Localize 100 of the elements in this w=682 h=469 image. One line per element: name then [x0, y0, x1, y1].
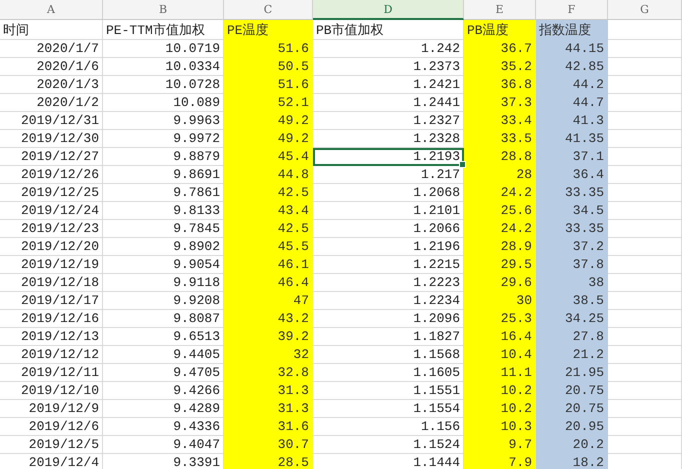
table-cell: 36.7	[464, 40, 536, 58]
table-cell: 2019/12/20	[0, 238, 103, 256]
table-cell: 1.2215	[313, 256, 464, 274]
table-cell: 20.95	[536, 418, 608, 436]
table-cell: 21.95	[536, 364, 608, 382]
table-cell: 1.2068	[313, 184, 464, 202]
table-cell: 32.8	[224, 364, 313, 382]
table-cell: 9.4047	[103, 436, 224, 454]
table-cell: 44.7	[536, 94, 608, 112]
table-cell: 10.3	[464, 418, 536, 436]
table-cell: 1.2328	[313, 130, 464, 148]
table-cell: 28.8	[464, 148, 536, 166]
table-cell: 1.2373	[313, 58, 464, 76]
table-cell: 39.2	[224, 328, 313, 346]
table-cell: 1.1827	[313, 328, 464, 346]
table-cell: 24.2	[464, 184, 536, 202]
table-cell: 2019/12/19	[0, 256, 103, 274]
table-cell: 9.7845	[103, 220, 224, 238]
table-cell: 1.1551	[313, 382, 464, 400]
table-cell: 2019/12/9	[0, 400, 103, 418]
table-cell: 2019/12/30	[0, 130, 103, 148]
table-cell: 1.1568	[313, 346, 464, 364]
table-cell: 2019/12/31	[0, 112, 103, 130]
table-cell: 30.7	[224, 436, 313, 454]
table-cell: 28.5	[224, 454, 313, 469]
table-cell: 49.2	[224, 112, 313, 130]
table-cell: 2019/12/5	[0, 436, 103, 454]
table-cell: 10.4	[464, 346, 536, 364]
table-cell: 42.5	[224, 220, 313, 238]
table-cell: 10.2	[464, 382, 536, 400]
table-cell: 9.8087	[103, 310, 224, 328]
table-cell: 37.8	[536, 256, 608, 274]
column-header[interactable]: A	[0, 0, 103, 20]
table-cell: 1.2196	[313, 238, 464, 256]
table-cell: 10.0728	[103, 76, 224, 94]
header-cell: PB温度	[464, 20, 536, 40]
table-cell: 2019/12/6	[0, 418, 103, 436]
table-cell: 31.6	[224, 418, 313, 436]
table-cell: 38	[536, 274, 608, 292]
table-cell: 29.5	[464, 256, 536, 274]
table-cell: 2019/12/26	[0, 166, 103, 184]
column-header[interactable]: G	[608, 0, 682, 20]
table-cell: 1.242	[313, 40, 464, 58]
table-cell: 9.7	[464, 436, 536, 454]
table-cell: 45.4	[224, 148, 313, 166]
table-cell: 7.9	[464, 454, 536, 469]
table-cell: 37.1	[536, 148, 608, 166]
table-cell: 9.7861	[103, 184, 224, 202]
table-cell: 33.5	[464, 130, 536, 148]
table-cell: 2020/1/3	[0, 76, 103, 94]
table-cell: 20.2	[536, 436, 608, 454]
table-cell: 43.2	[224, 310, 313, 328]
table-cell: 10.0334	[103, 58, 224, 76]
table-cell: 44.2	[536, 76, 608, 94]
table-cell: 47	[224, 292, 313, 310]
column-header[interactable]: E	[464, 0, 536, 20]
header-cell: 指数温度	[536, 20, 608, 40]
table-cell: 10.089	[103, 94, 224, 112]
fill-handle[interactable]	[459, 161, 466, 168]
table-cell: 36.4	[536, 166, 608, 184]
table-cell: 10.2	[464, 400, 536, 418]
table-cell: 37.3	[464, 94, 536, 112]
table-cell: 2020/1/7	[0, 40, 103, 58]
table-cell: 18.2	[536, 454, 608, 469]
table-cell: 9.9118	[103, 274, 224, 292]
table-cell: 2019/12/11	[0, 364, 103, 382]
column-header[interactable]: B	[103, 0, 224, 20]
table-cell: 1.2441	[313, 94, 464, 112]
column-header[interactable]: F	[536, 0, 608, 20]
table-cell: 24.2	[464, 220, 536, 238]
table-cell: 2020/1/6	[0, 58, 103, 76]
column-header[interactable]: C	[224, 0, 313, 20]
table-cell: 1.217	[313, 166, 464, 184]
table-cell: 2019/12/17	[0, 292, 103, 310]
table-cell: 50.5	[224, 58, 313, 76]
table-cell: 37.2	[536, 238, 608, 256]
table-cell: 20.75	[536, 400, 608, 418]
table-cell: 33.35	[536, 220, 608, 238]
table-cell: 51.6	[224, 76, 313, 94]
table-cell: 1.1605	[313, 364, 464, 382]
table-cell: 41.35	[536, 130, 608, 148]
column-header[interactable]: D	[313, 0, 464, 20]
table-cell: 35.2	[464, 58, 536, 76]
table-cell: 9.9972	[103, 130, 224, 148]
table-cell: 2019/12/13	[0, 328, 103, 346]
table-cell: 33.4	[464, 112, 536, 130]
table-cell: 28	[464, 166, 536, 184]
table-cell: 11.1	[464, 364, 536, 382]
table-cell: 16.4	[464, 328, 536, 346]
table-cell: 9.4336	[103, 418, 224, 436]
table-cell: 30	[464, 292, 536, 310]
table-cell: 32	[224, 346, 313, 364]
table-cell: 9.4266	[103, 382, 224, 400]
table-cell: 9.9054	[103, 256, 224, 274]
table-cell: 2019/12/12	[0, 346, 103, 364]
table-cell: 46.1	[224, 256, 313, 274]
table-cell: 1.2066	[313, 220, 464, 238]
table-cell: 34.25	[536, 310, 608, 328]
table-cell: 41.3	[536, 112, 608, 130]
table-cell: 10.0719	[103, 40, 224, 58]
